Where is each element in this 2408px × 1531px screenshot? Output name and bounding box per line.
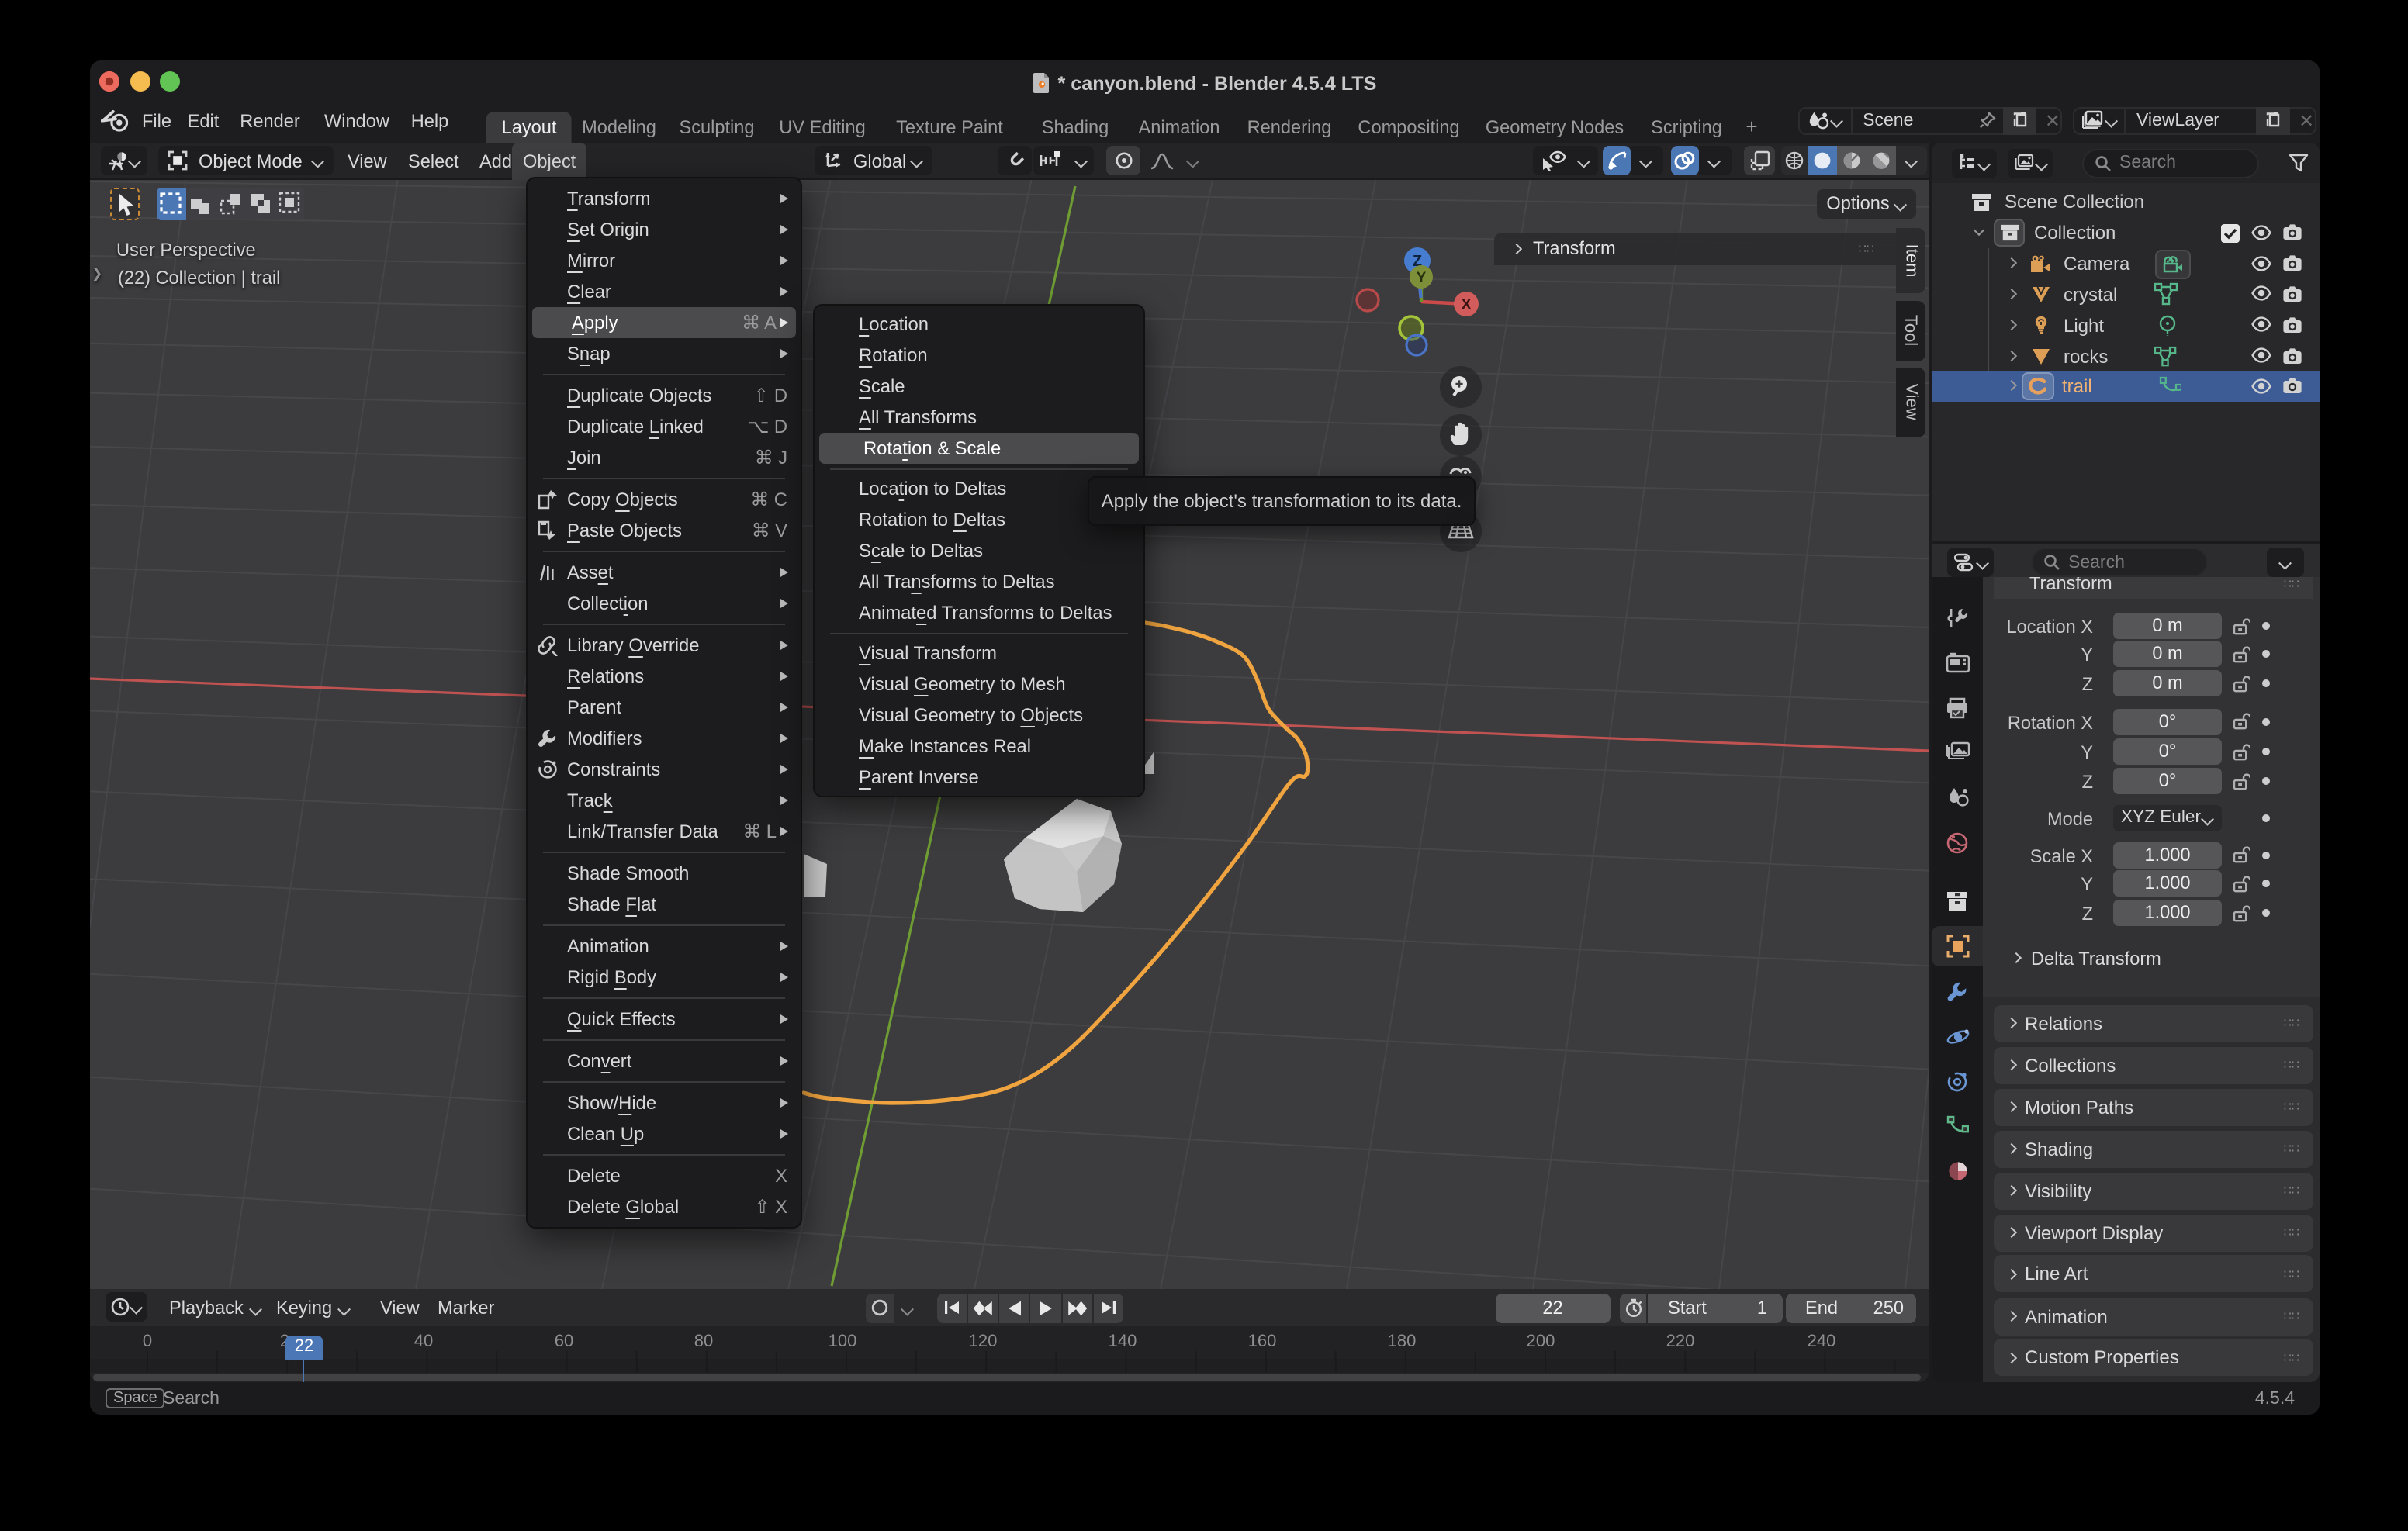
svg-text:X: X	[1461, 295, 1472, 313]
svg-text:Y: Y	[1417, 269, 1427, 285]
